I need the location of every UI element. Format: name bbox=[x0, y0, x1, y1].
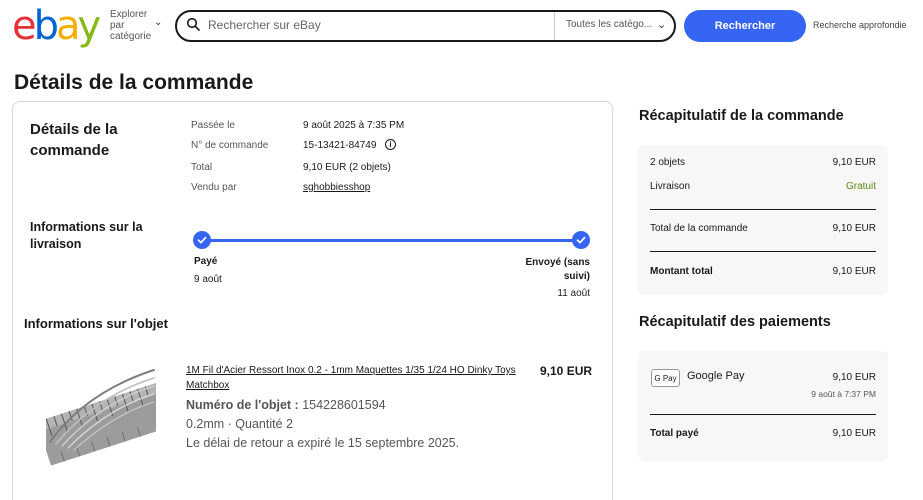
advanced-search-link[interactable]: Recherche approfondie bbox=[813, 20, 907, 30]
step-paid-date: 9 août bbox=[194, 274, 222, 285]
order-number-value: 15-13421-84749 bbox=[303, 140, 377, 151]
summary-order-total-label: Total de la commande bbox=[650, 223, 748, 234]
item-info-heading: Informations sur l'objet bbox=[24, 316, 168, 331]
seller-label: Vendu par bbox=[191, 182, 237, 193]
summary-shipping-label: Livraison bbox=[650, 181, 691, 192]
item-image[interactable] bbox=[46, 362, 156, 476]
chevron-down-icon[interactable]: ⌄ bbox=[154, 17, 162, 28]
ebay-logo[interactable]: ebay bbox=[12, 4, 101, 48]
delivery-heading: Informations sur la livraison bbox=[30, 220, 143, 251]
total-value: 9,10 EUR (2 objets) bbox=[303, 162, 391, 173]
chevron-down-icon[interactable]: ⌄ bbox=[657, 18, 666, 31]
return-note: Le délai de retour a expiré le 15 septem… bbox=[186, 436, 460, 450]
total-paid-value: 9,10 EUR bbox=[832, 428, 876, 439]
order-number-label: N° de commande bbox=[191, 140, 269, 151]
tracking-progress-line bbox=[210, 239, 574, 242]
payments-summary-heading: Récapitulatif des paiements bbox=[639, 314, 831, 330]
seller-link[interactable]: sghobbiesshop bbox=[303, 182, 370, 193]
divider bbox=[650, 209, 876, 210]
payments-card bbox=[638, 351, 888, 461]
search-button[interactable]: Rechercher bbox=[684, 10, 806, 42]
item-number: Numéro de l'objet : 154228601594 bbox=[186, 398, 386, 412]
check-icon bbox=[572, 231, 590, 249]
total-label: Total bbox=[191, 162, 213, 173]
payment-method: Google Pay bbox=[687, 370, 745, 382]
search-input[interactable] bbox=[208, 18, 548, 32]
item-number-label: Numéro de l'objet : bbox=[186, 398, 299, 412]
explore-by-category[interactable]: Explorer par catégorie bbox=[110, 9, 158, 42]
search-divider bbox=[554, 12, 555, 40]
total-paid-label: Total payé bbox=[650, 428, 699, 439]
page-title: Détails de la commande bbox=[14, 71, 254, 94]
payment-date: 9 août à 7:37 PM bbox=[811, 389, 876, 399]
item-number-value: 154228601594 bbox=[302, 398, 386, 412]
item-variant: 0.2mm · Quantité 2 bbox=[186, 417, 293, 431]
step-shipped-label: Envoyé (sans suivi) bbox=[525, 257, 590, 282]
order-details-heading: Détails de la commande bbox=[30, 121, 118, 159]
item-price: 9,10 EUR bbox=[540, 364, 593, 378]
category-select[interactable]: Toutes les catégo... bbox=[566, 19, 652, 30]
step-shipped-date: 11 août bbox=[557, 288, 590, 299]
summary-order-total-value: 9,10 EUR bbox=[832, 223, 876, 234]
summary-items-value: 9,10 EUR bbox=[832, 157, 876, 168]
info-icon[interactable]: i bbox=[385, 139, 396, 150]
summary-grand-total-value: 9,10 EUR bbox=[832, 266, 876, 277]
item-title-link[interactable]: 1M Fil d'Acier Ressort Inox 0.2 - 1mm Ma… bbox=[186, 363, 526, 393]
step-paid-label: Payé bbox=[194, 256, 218, 267]
google-pay-icon: G Pay bbox=[651, 369, 680, 387]
order-date-value: 9 août 2025 à 7:35 PM bbox=[303, 120, 405, 131]
summary-shipping-value: Gratuit bbox=[845, 181, 876, 192]
summary-items-label: 2 objets bbox=[650, 157, 686, 168]
order-date-label: Passée le bbox=[191, 120, 235, 131]
divider bbox=[650, 251, 876, 252]
check-icon bbox=[193, 231, 211, 249]
divider bbox=[650, 414, 876, 415]
search-icon bbox=[186, 17, 200, 31]
summary-grand-total-label: Montant total bbox=[650, 266, 713, 277]
order-summary-heading: Récapitulatif de la commande bbox=[639, 108, 844, 124]
payment-amount: 9,10 EUR bbox=[832, 372, 876, 383]
